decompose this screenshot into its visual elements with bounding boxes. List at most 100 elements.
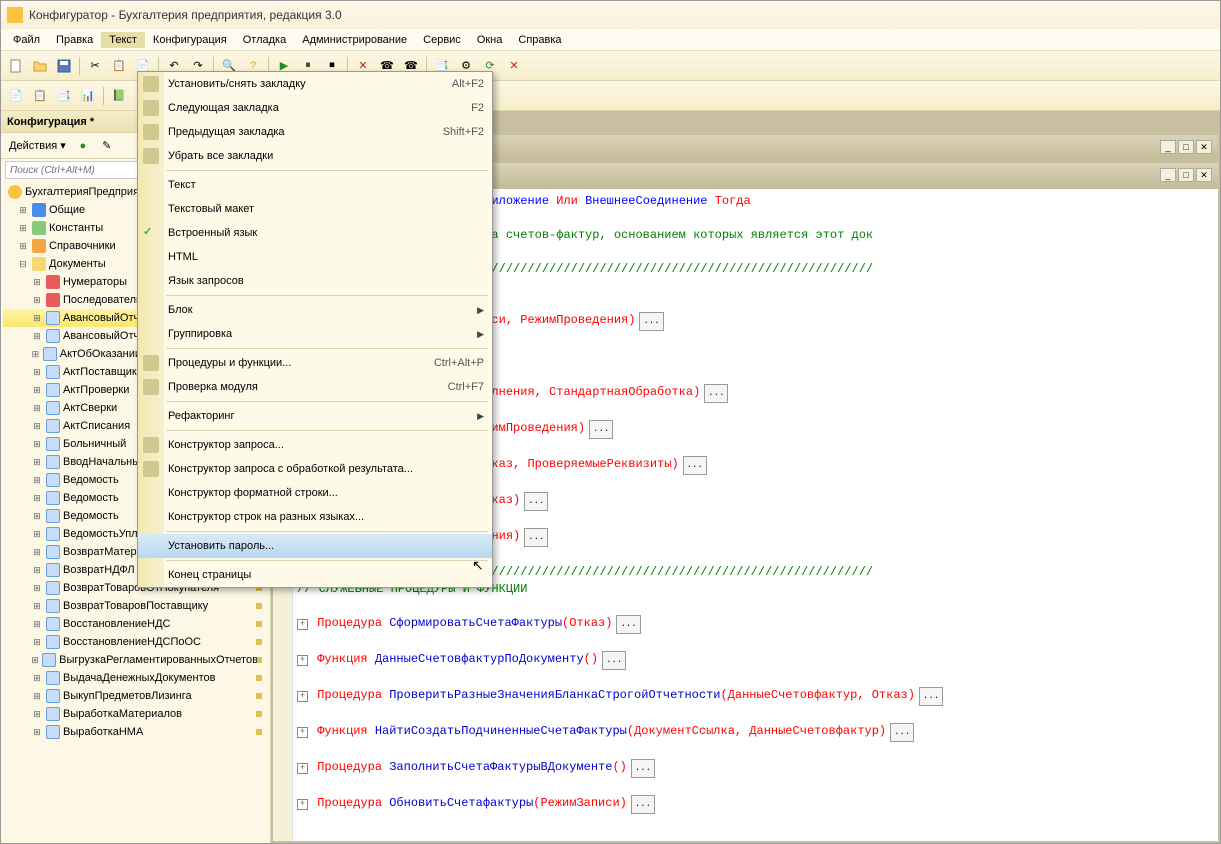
tree-doc-item[interactable]: ⊞ВозвратТоваровПоставщику (3, 597, 268, 615)
tree-doc-item[interactable]: ⊞ВыкупПредметовЛизинга (3, 687, 268, 705)
menu-item-label: Проверка модуля (168, 381, 448, 393)
tree-doc-item[interactable]: ⊞ВыдачаДенежныхДокументов (3, 669, 268, 687)
doc1-close-icon[interactable]: ✕ (1196, 140, 1212, 154)
tree-doc-item[interactable]: ⊞ВосстановлениеНДСПоОС (3, 633, 268, 651)
menu-config[interactable]: Конфигурация (145, 32, 235, 48)
ellipsis-button[interactable]: ... (639, 312, 663, 331)
tb-copy[interactable]: 📋 (108, 55, 130, 77)
ellipsis-button[interactable]: ... (890, 723, 914, 742)
tree-doc-item[interactable]: ⊞ВыработкаНМА (3, 723, 268, 741)
tb2-3[interactable]: 📑 (53, 85, 75, 107)
menu-service[interactable]: Сервис (415, 32, 469, 48)
menu-separator (166, 295, 488, 296)
actions-menu[interactable]: Действия ▾ (5, 135, 70, 157)
menu-item-текст[interactable]: Текст (138, 173, 492, 197)
menu-separator (166, 531, 488, 532)
submenu-arrow-icon: ▶ (477, 411, 484, 422)
menu-item-конструктор-запроса-[interactable]: Конструктор запроса... (138, 433, 492, 457)
menu-item-конец-страницы[interactable]: Конец страницы (138, 563, 492, 587)
menu-item-предыдущая-закладка[interactable]: Предыдущая закладкаShift+F2 (138, 120, 492, 144)
menu-item-язык-запросов[interactable]: Язык запросов (138, 269, 492, 293)
menu-item-html[interactable]: HTML (138, 245, 492, 269)
doc2-close-icon[interactable]: ✕ (1196, 168, 1212, 182)
doc2-min-icon[interactable]: _ (1160, 168, 1176, 182)
menu-item-label: Конструктор запроса с обработкой результ… (168, 463, 484, 475)
main-window: Конфигуратор - Бухгалтерия предприятия, … (0, 0, 1221, 844)
ellipsis-button[interactable]: ... (631, 795, 655, 814)
menu-windows[interactable]: Окна (469, 32, 511, 48)
doc2-max-icon[interactable]: □ (1178, 168, 1194, 182)
menu-item-текстовый-макет[interactable]: Текстовый макет (138, 197, 492, 221)
ellipsis-button[interactable]: ... (631, 759, 655, 778)
menu-text[interactable]: Текст (101, 32, 145, 48)
menu-item-label: Конструктор строк на разных языках... (168, 511, 484, 523)
tb-x2[interactable]: ✕ (503, 55, 525, 77)
menu-item-конструктор-строк-на-разных-языках-[interactable]: Конструктор строк на разных языках... (138, 505, 492, 529)
ellipsis-button[interactable]: ... (524, 492, 548, 511)
ellipsis-button[interactable]: ... (524, 528, 548, 547)
window-title: Конфигуратор - Бухгалтерия предприятия, … (29, 8, 342, 22)
menu-admin[interactable]: Администрирование (294, 32, 415, 48)
fold-button[interactable]: + (297, 727, 308, 738)
fold-button[interactable]: + (297, 763, 308, 774)
menu-separator (166, 348, 488, 349)
fold-button[interactable]: + (297, 799, 308, 810)
menu-separator (166, 560, 488, 561)
tb2-2[interactable]: 📋 (29, 85, 51, 107)
menu-shortcut: Ctrl+F7 (448, 381, 484, 393)
tb-open[interactable] (29, 55, 51, 77)
tb-cut[interactable]: ✂ (84, 55, 106, 77)
menu-shortcut: F2 (471, 102, 484, 114)
menu-item-установить-снять-закладку[interactable]: Установить/снять закладкуAlt+F2 (138, 72, 492, 96)
title-bar: Конфигуратор - Бухгалтерия предприятия, … (1, 1, 1220, 29)
tb-new[interactable] (5, 55, 27, 77)
fold-button[interactable]: + (297, 619, 308, 630)
next-icon (143, 100, 159, 116)
tb-save[interactable] (53, 55, 75, 77)
text-menu-dropdown: Установить/снять закладкуAlt+F2Следующая… (137, 71, 493, 588)
ellipsis-button[interactable]: ... (616, 615, 640, 634)
tb2-5[interactable]: 📗 (108, 85, 130, 107)
menu-item-рефакторинг[interactable]: Рефакторинг▶ (138, 404, 492, 428)
menu-item-установить-пароль-[interactable]: Установить пароль... (138, 534, 492, 558)
menu-shortcut: Alt+F2 (452, 78, 484, 90)
tb2-1[interactable]: 📄 (5, 85, 27, 107)
submenu-arrow-icon: ▶ (477, 305, 484, 316)
menu-item-label: Установить пароль... (168, 540, 484, 552)
doc1-max-icon[interactable]: □ (1178, 140, 1194, 154)
query2-icon (143, 461, 159, 477)
menu-item-конструктор-запроса-с-обработкой-результата-[interactable]: Конструктор запроса с обработкой результ… (138, 457, 492, 481)
ellipsis-button[interactable]: ... (602, 651, 626, 670)
menu-item-убрать-все-закладки[interactable]: Убрать все закладки (138, 144, 492, 168)
ellipsis-button[interactable]: ... (683, 456, 707, 475)
tb2-4[interactable]: 📊 (77, 85, 99, 107)
bookmark-icon (143, 76, 159, 92)
fold-button[interactable]: + (297, 655, 308, 666)
ellipsis-button[interactable]: ... (589, 420, 613, 439)
menu-item-группировка[interactable]: Группировка▶ (138, 322, 492, 346)
menu-edit[interactable]: Правка (48, 32, 101, 48)
check-icon (143, 225, 159, 241)
ellipsis-button[interactable]: ... (919, 687, 943, 706)
tree-doc-item[interactable]: ⊞ВосстановлениеНДС (3, 615, 268, 633)
menu-help[interactable]: Справка (510, 32, 569, 48)
menu-item-конструктор-форматной-строки-[interactable]: Конструктор форматной строки... (138, 481, 492, 505)
menu-debug[interactable]: Отладка (235, 32, 294, 48)
tree-doc-item[interactable]: ⊞ВыработкаМатериалов (3, 705, 268, 723)
menu-item-встроенный-язык[interactable]: Встроенный язык (138, 221, 492, 245)
menu-item-label: Следующая закладка (168, 102, 471, 114)
menu-file[interactable]: Файл (5, 32, 48, 48)
menu-item-label: Предыдущая закладка (168, 126, 443, 138)
menu-item-процедуры-и-функции-[interactable]: Процедуры и функции...Ctrl+Alt+P (138, 351, 492, 375)
menu-separator (166, 170, 488, 171)
tree-doc-item[interactable]: ⊞ВыгрузкаРегламентированныхОтчетов (3, 651, 268, 669)
doc1-min-icon[interactable]: _ (1160, 140, 1176, 154)
ellipsis-button[interactable]: ... (704, 384, 728, 403)
fold-button[interactable]: + (297, 691, 308, 702)
menu-item-проверка-модуля[interactable]: Проверка модуляCtrl+F7 (138, 375, 492, 399)
tree-add[interactable]: ● (72, 135, 94, 157)
tree-edit[interactable]: ✎ (96, 135, 118, 157)
menu-item-следующая-закладка[interactable]: Следующая закладкаF2 (138, 96, 492, 120)
menu-item-блок[interactable]: Блок▶ (138, 298, 492, 322)
menu-item-label: Блок (168, 304, 477, 316)
